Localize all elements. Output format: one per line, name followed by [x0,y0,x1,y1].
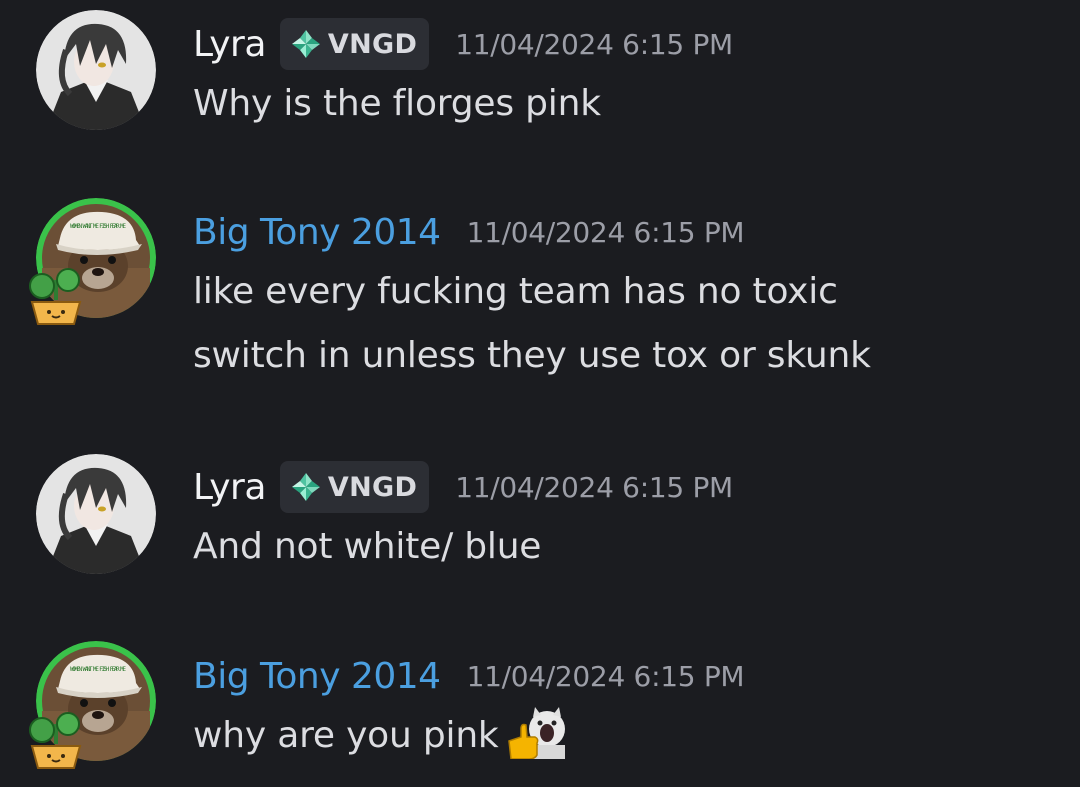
timestamp[interactable]: 11/04/2024 6:15 PM [455,471,733,504]
hat-text: WOMEN WANT ME FISH FEAR ME [70,665,126,673]
timestamp[interactable]: 11/04/2024 6:15 PM [455,28,733,61]
username[interactable]: Big Tony 2014 [193,212,441,253]
server-tag[interactable]: VNGD [279,461,430,513]
potted-plant-icon [24,266,88,330]
message-body: And not white/ blue [193,515,1060,579]
message-text: switch in unless they use tox or skunk [193,335,871,376]
potted-plant-icon [24,710,88,774]
message-header: Lyra VNGD 11/04/2024 6:15 PM [193,459,1060,515]
server-tag-label: VNGD [327,471,418,503]
avatar-lyra[interactable] [36,10,156,130]
message-text: And not white/ blue [193,526,542,567]
username[interactable]: Lyra [193,24,266,65]
message-text: like every fucking team has no toxic [193,271,838,312]
server-tag[interactable]: VNGD [279,18,430,70]
message-header: Big Tony 2014 11/04/2024 6:15 PM [193,648,1060,704]
message-body: Why is the florges pink [193,72,1060,136]
message-text: Why is the florges pink [193,83,601,124]
message-text-row: why are you pink [193,704,1060,768]
username[interactable]: Lyra [193,467,266,508]
message-header: Big Tony 2014 11/04/2024 6:15 PM [193,204,1060,260]
message-body: like every fucking team has no toxic swi… [193,260,1060,388]
screaming-cat-thumbs-up-emoji[interactable] [507,707,571,759]
diamond-gem-icon [291,473,320,501]
message-header: Lyra VNGD 11/04/2024 6:15 PM [193,16,1060,72]
hat-text: WOMEN WANT ME FISH FEAR ME [70,222,126,230]
message-text: why are you pink [193,715,499,756]
avatar-lyra[interactable] [36,454,156,574]
server-tag-label: VNGD [327,28,418,60]
timestamp[interactable]: 11/04/2024 6:15 PM [467,216,745,249]
message-body: why are you pink [193,704,1060,768]
timestamp[interactable]: 11/04/2024 6:15 PM [467,660,745,693]
diamond-gem-icon [291,30,320,58]
username[interactable]: Big Tony 2014 [193,656,441,697]
